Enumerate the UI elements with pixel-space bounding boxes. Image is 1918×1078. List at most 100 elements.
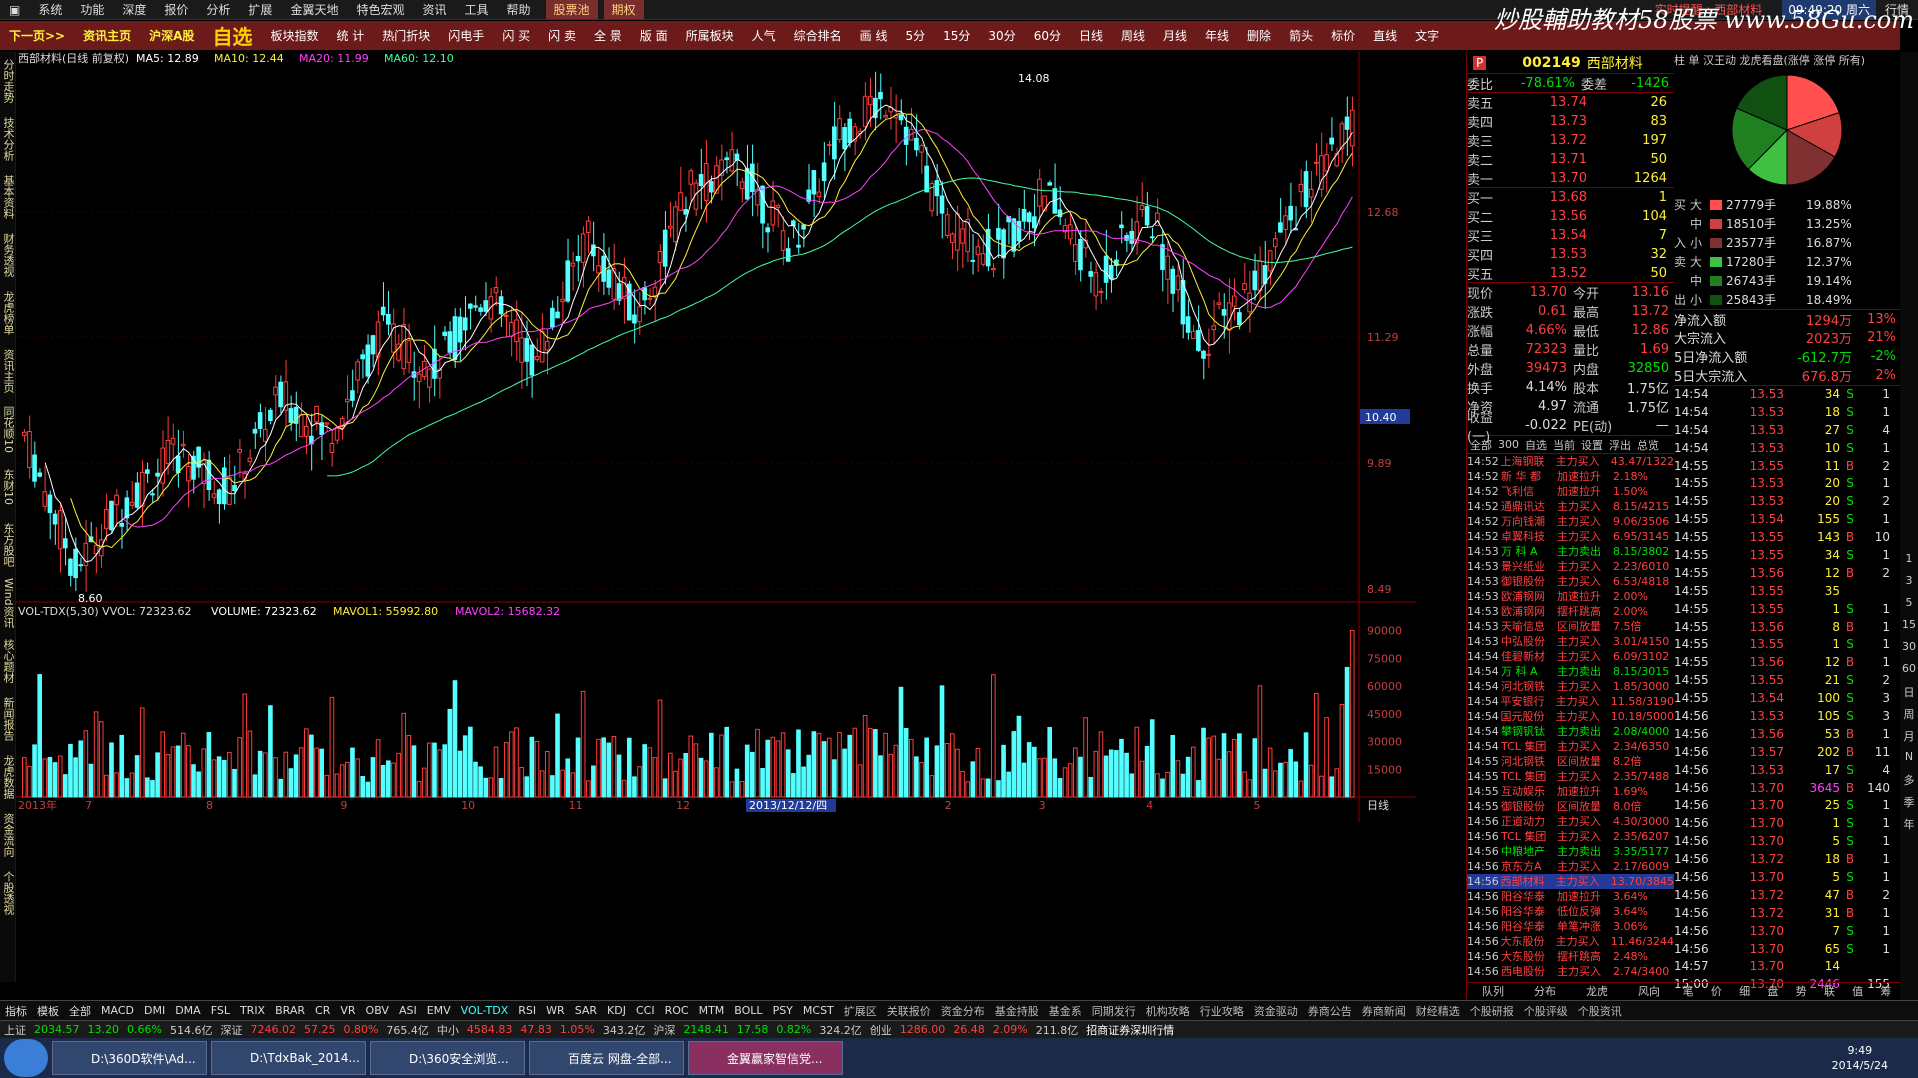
toolbar-button[interactable]: 删除 xyxy=(1238,27,1280,44)
toolbar-button[interactable]: 标价 xyxy=(1322,27,1364,44)
indicator-tab[interactable]: DMA xyxy=(170,1004,206,1017)
news-row[interactable]: 14:52 飞利信 加速拉升 1.50% xyxy=(1467,484,1674,499)
news-row[interactable]: 14:56 阳谷华泰 单笔冲涨 3.06% xyxy=(1467,919,1674,934)
period-button[interactable]: 周 xyxy=(1900,706,1918,728)
detail-tab[interactable]: 势 xyxy=(1796,983,1807,1000)
taskbar-item[interactable]: D:\TdxBak_2014... xyxy=(211,1041,366,1075)
detail-tab[interactable]: 价 xyxy=(1711,983,1722,1000)
menu-item[interactable]: 深度 xyxy=(113,1,155,18)
indicator-tab[interactable]: MACD xyxy=(96,1004,139,1017)
extension-tab[interactable]: 个股评级 xyxy=(1519,1003,1573,1019)
indicator-tab[interactable]: 全部 xyxy=(64,1003,96,1019)
news-row[interactable]: 14:53 中弘股份 主力买入 3.01/4150 xyxy=(1467,634,1674,649)
start-button[interactable] xyxy=(4,1039,48,1077)
period-button[interactable]: 5 xyxy=(1900,596,1918,618)
indicator-tab[interactable]: EMV xyxy=(422,1004,456,1017)
toolbar-button[interactable]: 文字 xyxy=(1406,27,1448,44)
left-tab[interactable]: 财务透视 xyxy=(0,226,16,284)
extension-tab[interactable]: 个股研报 xyxy=(1465,1003,1519,1019)
news-row[interactable]: 14:52 卓翼科技 主力买入 6.95/3145 xyxy=(1467,529,1674,544)
options-tab[interactable]: 期权 xyxy=(603,0,644,19)
extension-tab[interactable]: 关联报价 xyxy=(882,1003,936,1019)
menu-item[interactable]: 扩展 xyxy=(239,1,281,18)
toolbar-button[interactable]: 日线 xyxy=(1070,27,1112,44)
left-tab[interactable]: 资讯主页 xyxy=(0,342,16,400)
news-row[interactable]: 14:56 阳谷华泰 加速拉升 3.64% xyxy=(1467,889,1674,904)
news-row[interactable]: 14:53 万 科 A 主力卖出 8.15/3802 xyxy=(1467,544,1674,559)
news-row[interactable]: 14:54 佳碧新材 主力买入 6.09/3102 xyxy=(1467,649,1674,664)
left-tab[interactable]: 资金流向 xyxy=(0,806,16,864)
toolbar-button[interactable]: 画 线 xyxy=(851,27,897,44)
period-button[interactable]: 30 xyxy=(1900,640,1918,662)
indicator-tab[interactable]: CR xyxy=(310,1004,335,1017)
indicator-tab[interactable]: TRIX xyxy=(235,1004,270,1017)
toolbar-button[interactable]: 5分 xyxy=(897,27,935,44)
detail-tab[interactable]: 联 xyxy=(1824,983,1835,1000)
news-row[interactable]: 14:53 天喻信息 区间放量 7.5倍 xyxy=(1467,619,1674,634)
filter-tab[interactable]: 300 xyxy=(1495,438,1522,451)
period-button[interactable]: 15 xyxy=(1900,618,1918,640)
left-tab[interactable]: 东财10 xyxy=(0,458,16,516)
menu-item[interactable]: 金翼天地 xyxy=(281,1,347,18)
toolbar-button[interactable]: 15分 xyxy=(934,27,979,44)
toolbar-button[interactable]: 30分 xyxy=(979,27,1024,44)
extension-tab[interactable]: 行业攻略 xyxy=(1195,1003,1249,1019)
period-button[interactable]: N xyxy=(1900,750,1918,772)
detail-tab[interactable]: 细 xyxy=(1739,983,1750,1000)
news-row[interactable]: 14:56 正道动力 主力买入 4.30/3000 xyxy=(1467,814,1674,829)
news-row[interactable]: 14:53 欧浦钢网 摆杆跳高 2.00% xyxy=(1467,604,1674,619)
news-row[interactable]: 14:56 西电股份 主力买入 2.74/3400 xyxy=(1467,964,1674,979)
filter-tab[interactable]: 自选 xyxy=(1522,437,1550,453)
indicator-tab[interactable]: ASI xyxy=(394,1004,422,1017)
news-row[interactable]: 14:52 上海钢联 主力买入 43.47/1322 xyxy=(1467,454,1674,469)
toolbar-button[interactable]: 版 面 xyxy=(631,27,677,44)
period-button[interactable]: 3 xyxy=(1900,574,1918,596)
indicator-tab[interactable]: PSY xyxy=(768,1004,798,1017)
menu-item[interactable]: 特色宏观 xyxy=(347,1,413,18)
news-row[interactable]: 14:54 攀钢钒钛 主力卖出 2.08/4000 xyxy=(1467,724,1674,739)
left-tab[interactable]: 东方股吧 xyxy=(0,516,16,574)
quote-tab[interactable]: 龙虎 xyxy=(1586,983,1608,1000)
indicator-tab[interactable]: MTM xyxy=(694,1004,730,1017)
news-row[interactable]: 14:56 大东股份 摆杆跳高 2.48% xyxy=(1467,949,1674,964)
news-row[interactable]: 14:56 京东方A 主力买入 2.17/6009 xyxy=(1467,859,1674,874)
extension-tab[interactable]: 同期发行 xyxy=(1087,1003,1141,1019)
period-button[interactable]: 1 xyxy=(1900,552,1918,574)
toolbar-button[interactable]: 闪 买 xyxy=(493,27,539,44)
indicator-tab[interactable]: CCI xyxy=(631,1004,660,1017)
left-tab[interactable]: 核心题材 xyxy=(0,632,16,690)
detail-tab[interactable]: 盘 xyxy=(1767,983,1778,1000)
toolbar-button[interactable]: 自选 xyxy=(203,21,261,50)
indicator-tab[interactable]: BRAR xyxy=(270,1004,310,1017)
toolbar-button[interactable]: 沪深A股 xyxy=(140,27,203,44)
extension-tab[interactable]: 基金持股 xyxy=(990,1003,1044,1019)
toolbar-button[interactable]: 周线 xyxy=(1112,27,1154,44)
detail-tab[interactable]: 值 xyxy=(1852,983,1863,1000)
toolbar-button[interactable]: 综合排名 xyxy=(785,27,851,44)
extension-tab[interactable]: 资金驱动 xyxy=(1249,1003,1303,1019)
stock-pool-tab[interactable]: 股票池 xyxy=(545,0,598,19)
news-row[interactable]: 14:54 国元股份 主力买入 10.18/5000 xyxy=(1467,709,1674,724)
extension-tab[interactable]: 资金分布 xyxy=(936,1003,990,1019)
filter-tab[interactable]: 浮出 xyxy=(1606,437,1634,453)
toolbar-button[interactable]: 全 景 xyxy=(585,27,631,44)
toolbar-button[interactable]: 闪电手 xyxy=(439,27,493,44)
news-row[interactable]: 14:56 大东股份 主力买入 11.46/3244 xyxy=(1467,934,1674,949)
menu-item[interactable]: 功能 xyxy=(71,1,113,18)
left-tab[interactable]: 龙虎数据 xyxy=(0,748,16,806)
indicator-tab[interactable]: 指标 xyxy=(0,1003,32,1019)
indicator-tab[interactable]: VOL-TDX xyxy=(456,1004,514,1017)
news-row[interactable]: 14:55 互动娱乐 加速拉升 1.69% xyxy=(1467,784,1674,799)
menu-item[interactable]: 报价 xyxy=(155,1,197,18)
quote-tab[interactable]: 风向 xyxy=(1638,983,1660,1000)
news-row[interactable]: 14:52 万向钱潮 主力买入 9.06/3506 xyxy=(1467,514,1674,529)
toolbar-button[interactable]: 资讯主页 xyxy=(74,27,140,44)
news-row[interactable]: 14:52 新 华 都 加速拉升 2.18% xyxy=(1467,469,1674,484)
kline-chart[interactable]: 西部材料(日线 前复权) MA5: 12.89 MA10: 12.44 MA20: 1… xyxy=(16,51,1416,982)
news-row[interactable]: 14:55 河北钢铁 区间放量 8.2倍 xyxy=(1467,754,1674,769)
taskbar-item[interactable]: 百度云 网盘-全部... xyxy=(529,1041,684,1075)
indicator-tab[interactable]: VR xyxy=(335,1004,360,1017)
toolbar-button[interactable]: 板块指数 xyxy=(261,27,327,44)
detail-tab[interactable]: 笔 xyxy=(1683,983,1694,1000)
news-row[interactable]: 14:55 御银股份 区间放量 8.0倍 xyxy=(1467,799,1674,814)
